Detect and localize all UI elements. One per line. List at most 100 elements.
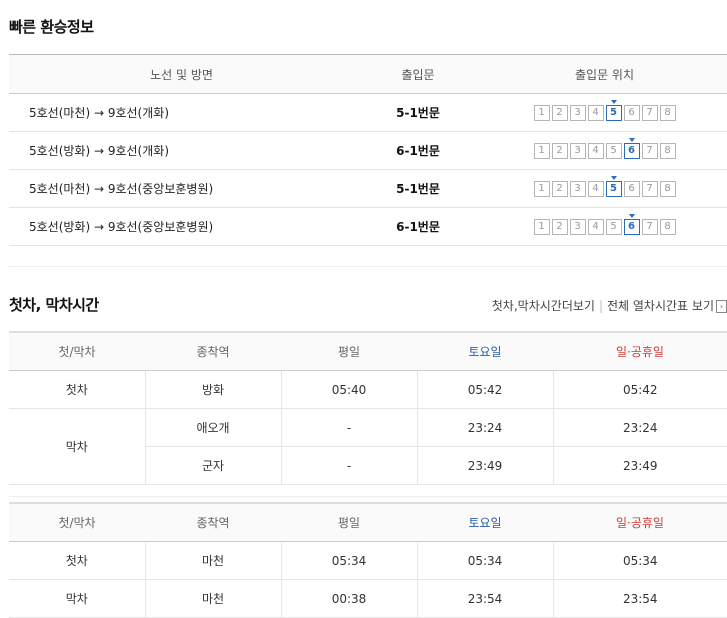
header-holiday: 일·공휴일	[553, 332, 727, 371]
door-marker: 1	[533, 181, 550, 197]
door-marker: 3	[569, 143, 586, 159]
header-terminal: 종착역	[145, 332, 281, 371]
cell-holiday: 05:42	[552, 370, 727, 409]
door-position: 12345678	[482, 207, 727, 246]
cell-weekday: -	[280, 446, 417, 485]
cell-saturday: 05:34	[416, 541, 553, 580]
door-diagram: 12345678	[533, 138, 676, 159]
more-times-link[interactable]: 첫차,막차시간더보기	[492, 299, 595, 313]
header-door-position: 출입문 위치	[482, 54, 727, 94]
door-marker: 7	[641, 105, 658, 121]
door-marker: 4	[587, 143, 604, 159]
transfer-row: 5호선(마천) → 9호선(개화) 5-1번문 1 2 3 4 5 6 7 8	[9, 93, 727, 132]
transfer-exit: 6-1번문	[354, 207, 482, 246]
transfer-route: 5호선(방화) → 9호선(개화)	[9, 131, 354, 170]
door-marker: 1	[533, 143, 550, 159]
door-marker: 7	[641, 181, 658, 197]
transfer-route: 5호선(마천) → 9호선(개화)	[9, 93, 354, 132]
door-marker: 3	[569, 181, 586, 197]
door-diagram: 12345678	[533, 214, 676, 235]
cell-saturday: 23:24	[416, 408, 553, 447]
cell-type: 막차	[9, 408, 145, 485]
door-marker-active: 5	[605, 100, 622, 121]
transfer-route: 5호선(방화) → 9호선(중앙보훈병원)	[9, 207, 354, 246]
door-marker: 5	[605, 143, 622, 159]
door-position: 12345678	[482, 169, 727, 208]
cell-type: 첫차	[9, 541, 145, 580]
transfer-row: 5호선(방화) → 9호선(개화) 6-1번문 1 2 3 4 5 6 7 8	[9, 131, 727, 170]
door-marker-active: 6	[623, 138, 640, 159]
cell-weekday: -	[280, 408, 417, 447]
cell-saturday: 05:42	[416, 370, 553, 409]
section-divider	[9, 266, 727, 267]
door-position: 12345678	[482, 93, 727, 132]
door-marker: 3	[569, 219, 586, 235]
cell-terminal: 방화	[144, 370, 281, 409]
cell-saturday: 23:49	[416, 446, 553, 485]
header-saturday: 토요일	[417, 503, 553, 542]
door-marker: 8	[659, 219, 676, 235]
header-weekday: 평일	[281, 332, 417, 371]
transfer-exit: 5-1번문	[354, 93, 482, 132]
door-marker: 6	[623, 105, 640, 121]
cell-holiday: 23:24	[552, 408, 727, 447]
door-marker: 8	[659, 105, 676, 121]
door-marker: 4	[587, 219, 604, 235]
timetable-header-row: 첫/막차 종착역 평일 토요일 일·공휴일	[9, 503, 727, 542]
transfer-header-row: 노선 및 방면 출입문 출입문 위치	[9, 54, 727, 94]
door-marker: 7	[641, 143, 658, 159]
full-timetable-link[interactable]: 전체 열차시간표 보기	[607, 299, 714, 313]
cell-type: 막차	[9, 579, 145, 618]
link-separator: |	[598, 299, 603, 313]
header-route: 노선 및 방면	[9, 54, 354, 94]
door-marker-active: 5	[605, 176, 622, 197]
transfer-row: 5호선(방화) → 9호선(중앙보훈병원) 6-1번문 1 2 3 4 5 6 7 8	[9, 207, 727, 246]
cell-type: 첫차	[9, 370, 145, 409]
cell-weekday: 05:40	[280, 370, 417, 409]
transfer-exit: 5-1번문	[354, 169, 482, 208]
door-marker: 2	[551, 105, 568, 121]
door-marker: 1	[533, 105, 550, 121]
header-weekday: 평일	[281, 503, 417, 542]
timetable-table-1: 첫/막차 종착역 평일 토요일 일·공휴일 첫차 방화 05:40 05:42 …	[9, 331, 727, 485]
header-terminal: 종착역	[145, 503, 281, 542]
cell-holiday: 23:49	[552, 446, 727, 485]
timetable-table-2: 첫/막차 종착역 평일 토요일 일·공휴일 첫차 마천 05:34 05:34 …	[9, 502, 727, 618]
door-position: 12345678	[482, 131, 727, 170]
door-marker: 2	[551, 143, 568, 159]
section-divider	[9, 496, 727, 497]
door-marker: 6	[623, 181, 640, 197]
cell-terminal: 마천	[144, 579, 281, 618]
door-marker: 8	[659, 181, 676, 197]
door-marker: 5	[605, 219, 622, 235]
header-exit: 출입문	[354, 54, 482, 94]
table-row: 첫차 마천 05:34 05:34 05:34	[9, 541, 727, 580]
door-diagram: 12345678	[533, 176, 676, 197]
chevron-right-icon[interactable]: ›	[716, 300, 727, 313]
cell-holiday: 23:54	[552, 579, 727, 618]
cell-terminal: 군자	[144, 446, 281, 485]
cell-terminal: 애오개	[144, 408, 281, 447]
table-row: 첫차 방화 05:40 05:42 05:42	[9, 370, 727, 409]
timetable-links: 첫차,막차시간더보기 | 전체 열차시간표 보기 ›	[492, 297, 727, 314]
transfer-table: 노선 및 방면 출입문 출입문 위치 5호선(마천) → 9호선(개화) 5-1번…	[9, 54, 727, 246]
door-marker: 2	[551, 181, 568, 197]
header-holiday: 일·공휴일	[553, 503, 727, 542]
door-diagram: 12345678	[533, 100, 676, 121]
header-saturday: 토요일	[417, 332, 553, 371]
cell-holiday: 05:34	[552, 541, 727, 580]
transfer-row: 5호선(마천) → 9호선(중앙보훈병원) 5-1번문 1 2 3 4 5 6 7 8	[9, 169, 727, 208]
transfer-exit: 6-1번문	[354, 131, 482, 170]
timetable-header-row: 첫/막차 종착역 평일 토요일 일·공휴일	[9, 332, 727, 371]
table-row: 막차 애오개 - 23:24 23:24	[9, 408, 727, 485]
door-marker-active: 6	[623, 214, 640, 235]
table-row: 막차 마천 00:38 23:54 23:54	[9, 579, 727, 618]
cell-weekday: 05:34	[280, 541, 417, 580]
door-marker: 4	[587, 105, 604, 121]
cell-saturday: 23:54	[416, 579, 553, 618]
door-marker: 1	[533, 219, 550, 235]
cell-terminal: 마천	[144, 541, 281, 580]
header-type: 첫/막차	[9, 332, 145, 371]
transfer-route: 5호선(마천) → 9호선(중앙보훈병원)	[9, 169, 354, 208]
door-marker: 4	[587, 181, 604, 197]
